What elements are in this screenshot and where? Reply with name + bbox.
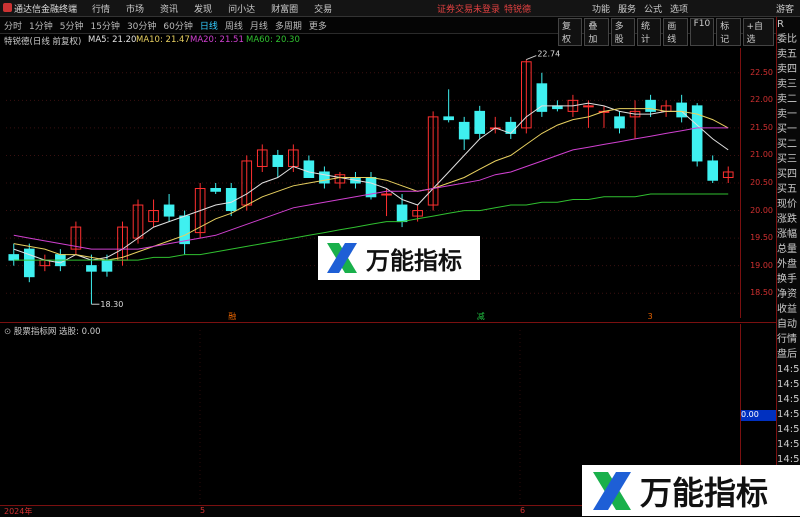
quote-panel-row: 14:56	[777, 364, 800, 375]
candle-body	[163, 204, 175, 217]
candle-body	[474, 110, 486, 134]
candle-body	[536, 83, 548, 112]
candle-body	[381, 193, 392, 196]
badge-text-2: 万能指标	[640, 473, 769, 512]
user-label[interactable]: 游客	[776, 2, 794, 15]
candle-body	[443, 116, 454, 121]
quote-panel-row: 买三	[777, 154, 797, 165]
quote-panel-row: 卖三	[777, 79, 797, 90]
quote-panel-row: 净资	[777, 289, 797, 300]
watermark-badge-corner: 万能指标	[582, 465, 800, 516]
candle-body	[303, 160, 315, 178]
badge-logo-icon	[327, 243, 357, 273]
candle-body	[8, 254, 20, 261]
quote-panel-row: 14:56	[777, 409, 800, 420]
badge-logo-icon-2	[593, 471, 631, 510]
candle-body	[179, 215, 190, 245]
candle-body	[707, 160, 719, 181]
quote-panel-row: 换手	[777, 274, 797, 285]
quote-panel-row: 14:56	[777, 379, 800, 390]
candle-body	[614, 116, 625, 129]
quote-panel-row: 委比	[777, 34, 797, 45]
candle-body	[210, 188, 221, 192]
quote-panel-row: 卖四	[777, 64, 797, 75]
date-month-6: 6	[520, 506, 526, 515]
quote-panel-row: 盘后	[777, 349, 797, 360]
candle-body	[645, 99, 656, 112]
quote-panel-row: 外盘	[777, 259, 797, 270]
quote-panel-row: 买四	[777, 169, 797, 180]
event-marker: 减	[477, 311, 485, 321]
quote-panel-row: 总量	[777, 244, 797, 255]
quote-panel-row: 涨幅	[777, 229, 797, 240]
quote-panel-row: 买二	[777, 139, 797, 150]
quote-panel-row: 自动	[777, 319, 797, 330]
high-marker-label: 22.74	[537, 50, 560, 59]
high-marker-line	[526, 55, 537, 61]
candle-body	[458, 121, 470, 140]
candle-body	[225, 188, 237, 212]
quote-panel-row: 14:56	[777, 394, 800, 405]
event-marker: 融	[228, 311, 236, 321]
date-year-label: 2024年	[4, 507, 33, 516]
quote-panel-row: 卖五	[777, 49, 797, 60]
candle-body	[86, 265, 97, 272]
candle-body	[396, 204, 408, 223]
event-marker: 3	[648, 312, 653, 321]
badge-text: 万能指标	[366, 246, 462, 275]
quote-panel-row: 行情	[777, 334, 797, 345]
quote-panel-row: R	[777, 19, 784, 30]
watermark-badge-center: 万能指标	[318, 236, 480, 280]
quote-panel-row: 现价	[777, 199, 797, 210]
candle-body	[101, 259, 113, 272]
quote-panel-row: 卖二	[777, 94, 797, 105]
quote-panel-row: 买一	[777, 124, 797, 135]
date-month-5: 5	[200, 506, 206, 515]
candle-body	[583, 105, 594, 108]
quote-panel-row: 涨跌	[777, 214, 797, 225]
quote-panel-row: 买五	[777, 184, 797, 195]
quote-panel-row: 收益	[777, 304, 797, 315]
quote-side-panel: R 委比卖五卖四卖三卖二卖一买一买二买三买四买五现价涨跌涨幅总量外盘换手净资收益自…	[776, 17, 800, 516]
low-marker-label: 18.30	[100, 300, 123, 309]
quote-panel-row: 14:56	[777, 424, 800, 435]
quote-panel-row: 14:56	[777, 439, 800, 450]
quote-panel-row: 卖一	[777, 109, 797, 120]
candle-body	[272, 154, 284, 167]
